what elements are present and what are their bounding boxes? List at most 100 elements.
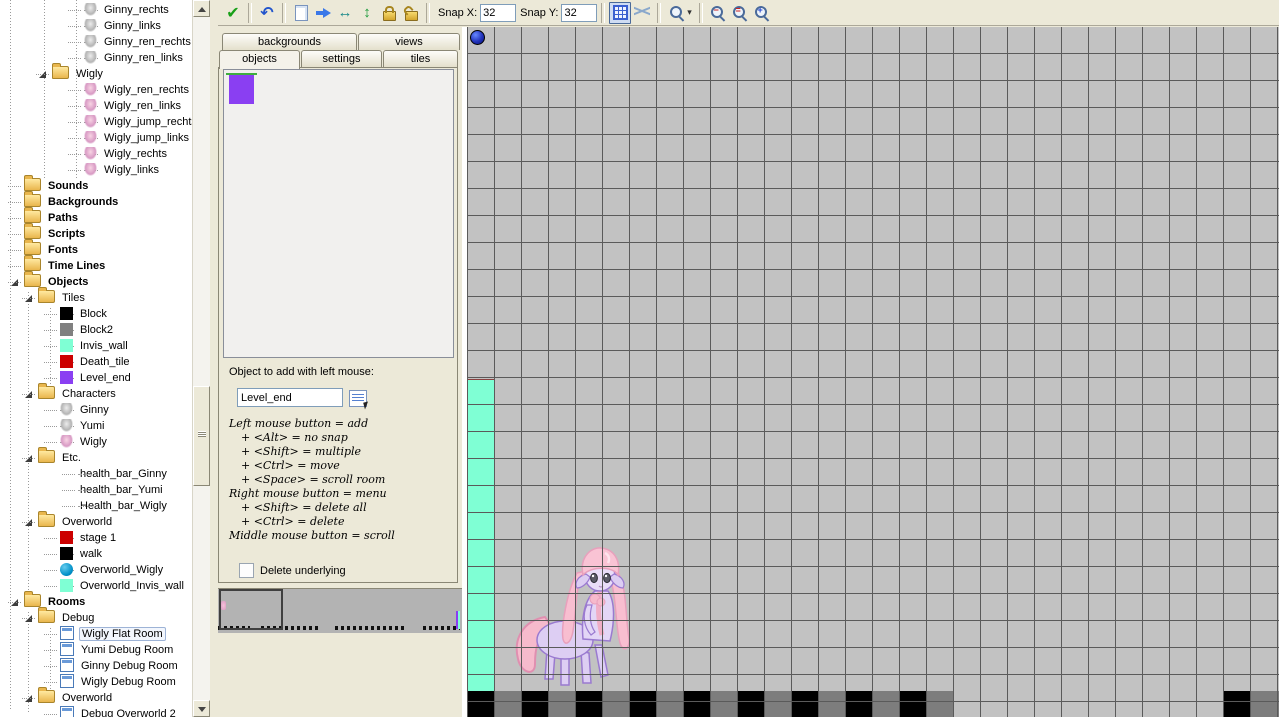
mouse-instructions: Left mouse button = add+ <Alt> = no snap… (229, 417, 395, 543)
tile-block2[interactable] (1250, 691, 1277, 717)
tree-item-characters[interactable]: Characters (0, 386, 193, 402)
sprite-gray-icon (84, 51, 97, 64)
tile-block[interactable] (845, 691, 872, 717)
invis-wall-tile-column[interactable] (468, 379, 494, 692)
delete-underlying-checkbox[interactable] (239, 563, 254, 578)
tree-item-invis-wall[interactable]: Invis_wall (0, 338, 193, 354)
resource-tree-panel[interactable]: Ginny_rechtsGinny_linksGinny_ren_rechtsG… (0, 0, 211, 717)
object-name-input[interactable] (237, 388, 343, 407)
tile-block[interactable] (1223, 691, 1250, 717)
tree-item-wigly[interactable]: Wigly (0, 434, 193, 450)
snap-x-input[interactable] (480, 4, 516, 22)
unlock-instances-button[interactable] (400, 2, 422, 24)
tree-item-wigly-flat-room[interactable]: Wigly Flat Room (0, 626, 193, 642)
tree-item-ginny-debug-room[interactable]: Ginny Debug Room (0, 658, 193, 674)
tree-item-ginny-links[interactable]: Ginny_links (0, 18, 193, 34)
tree-connector (68, 42, 81, 43)
room-canvas[interactable] (462, 27, 1279, 717)
tree-item-objects[interactable]: Objects (0, 274, 193, 290)
isometric-grid-icon (634, 6, 650, 20)
tree-item-health-bar-ginny[interactable]: health_bar_Ginny (0, 466, 193, 482)
tile-block2[interactable] (710, 691, 737, 717)
clear-room-button[interactable] (290, 2, 312, 24)
isometric-toggle-button[interactable] (631, 2, 653, 24)
tree-item-wigly-jump-rechts[interactable]: Wigly_jump_rechts (0, 114, 193, 130)
zoom-out-button[interactable]: − (707, 2, 729, 24)
level-end-object-swatch[interactable] (229, 75, 254, 104)
room-grid[interactable] (467, 27, 1279, 717)
tree-scrollbar[interactable] (192, 0, 210, 717)
tile-block[interactable] (899, 691, 926, 717)
tree-item-overworld-wigly[interactable]: Overworld_Wigly (0, 562, 193, 578)
confirm-button[interactable]: ✔ (222, 2, 244, 24)
tree-item-ginny[interactable]: Ginny (0, 402, 193, 418)
blue-ball-instance[interactable] (470, 30, 485, 45)
tile-block2[interactable] (764, 691, 791, 717)
plus-sign: + (757, 4, 762, 16)
zoom-actual-button[interactable]: = (729, 2, 751, 24)
tile-block2[interactable] (872, 691, 899, 717)
room-minimap[interactable] (218, 588, 462, 633)
tree-item-wigly-ren-links[interactable]: Wigly_ren_links (0, 98, 193, 114)
wigly-character-instance[interactable] (505, 547, 640, 695)
tree-item-stage-1[interactable]: stage 1 (0, 530, 193, 546)
tree-item-debug[interactable]: Debug (0, 610, 193, 626)
tab-tiles[interactable]: tiles (383, 50, 458, 67)
tree-item-yumi-debug-room[interactable]: Yumi Debug Room (0, 642, 193, 658)
tree-item-walk[interactable]: walk (0, 546, 193, 562)
tree-item-debug-overworld-2[interactable]: Debug Overworld 2 (0, 706, 193, 717)
tree-item-ginny-ren-links[interactable]: Ginny_ren_links (0, 50, 193, 66)
scrollbar-thumb[interactable] (193, 386, 210, 486)
tab-settings[interactable]: settings (301, 50, 382, 67)
minimap-view-rect[interactable] (219, 589, 283, 630)
tree-item-etc-[interactable]: Etc. (0, 450, 193, 466)
tree-item-ginny-rechts[interactable]: Ginny_rechts (0, 2, 193, 18)
tree-item-ginny-ren-rechts[interactable]: Ginny_ren_rechts (0, 34, 193, 50)
scroll-down-button[interactable] (193, 700, 210, 717)
object-picker-button[interactable] (349, 390, 367, 407)
folder-icon (38, 450, 55, 463)
tree-connector (44, 570, 57, 571)
horizontal-sort-button[interactable]: ↔ (334, 2, 356, 24)
tab-backgrounds[interactable]: backgrounds (222, 33, 357, 50)
vertical-sort-button[interactable]: ↕ (356, 2, 378, 24)
tree-item-wigly-rechts[interactable]: Wigly_rechts (0, 146, 193, 162)
grid-toggle-button[interactable] (609, 2, 631, 24)
tile-block[interactable] (737, 691, 764, 717)
panel-splitter[interactable] (210, 0, 218, 717)
tree-item-wigly[interactable]: Wigly (0, 66, 193, 82)
tree-item-tiles[interactable]: Tiles (0, 290, 193, 306)
tab-views[interactable]: views (358, 33, 460, 50)
tree-item-yumi[interactable]: Yumi (0, 418, 193, 434)
tile-block[interactable] (467, 691, 494, 717)
tile-block2[interactable] (656, 691, 683, 717)
undo-icon: ↶ (260, 3, 273, 23)
snap-y-input[interactable] (561, 4, 597, 22)
tree-item-wigly-ren-rechts[interactable]: Wigly_ren_rechts (0, 82, 193, 98)
object-preview-panel[interactable] (223, 69, 454, 358)
tile-block2[interactable] (926, 691, 953, 717)
zoom-tool-button[interactable]: ▾ (665, 2, 695, 24)
tile-block[interactable] (791, 691, 818, 717)
tree-item-rooms[interactable]: Rooms (0, 594, 193, 610)
lock-instances-button[interactable] (378, 2, 400, 24)
tree-item-wigly-debug-room[interactable]: Wigly Debug Room (0, 674, 193, 690)
sprite-pink-icon (84, 115, 97, 128)
scroll-up-button[interactable] (193, 0, 210, 17)
tree-item-block[interactable]: Block (0, 306, 193, 322)
tree-item-overworld[interactable]: Overworld (0, 690, 193, 706)
tree-item-health-bar-wigly[interactable]: Health_bar_Wigly (0, 498, 193, 514)
tree-item-label: Wigly (78, 436, 109, 448)
undo-button[interactable]: ↶ (256, 2, 278, 24)
tree-item-health-bar-yumi[interactable]: health_bar_Yumi (0, 482, 193, 498)
tree-item-wigly-jump-links[interactable]: Wigly_jump_links (0, 130, 193, 146)
tree-item-overworld[interactable]: Overworld (0, 514, 193, 530)
tree-item-level-end[interactable]: Level_end (0, 370, 193, 386)
tile-block[interactable] (683, 691, 710, 717)
zoom-in-button[interactable]: + (751, 2, 773, 24)
tree-item-block2[interactable]: Block2 (0, 322, 193, 338)
tile-block2[interactable] (818, 691, 845, 717)
shift-instances-button[interactable] (312, 2, 334, 24)
tab-objects[interactable]: objects (219, 50, 300, 69)
tree-item-death-tile[interactable]: Death_tile (0, 354, 193, 370)
